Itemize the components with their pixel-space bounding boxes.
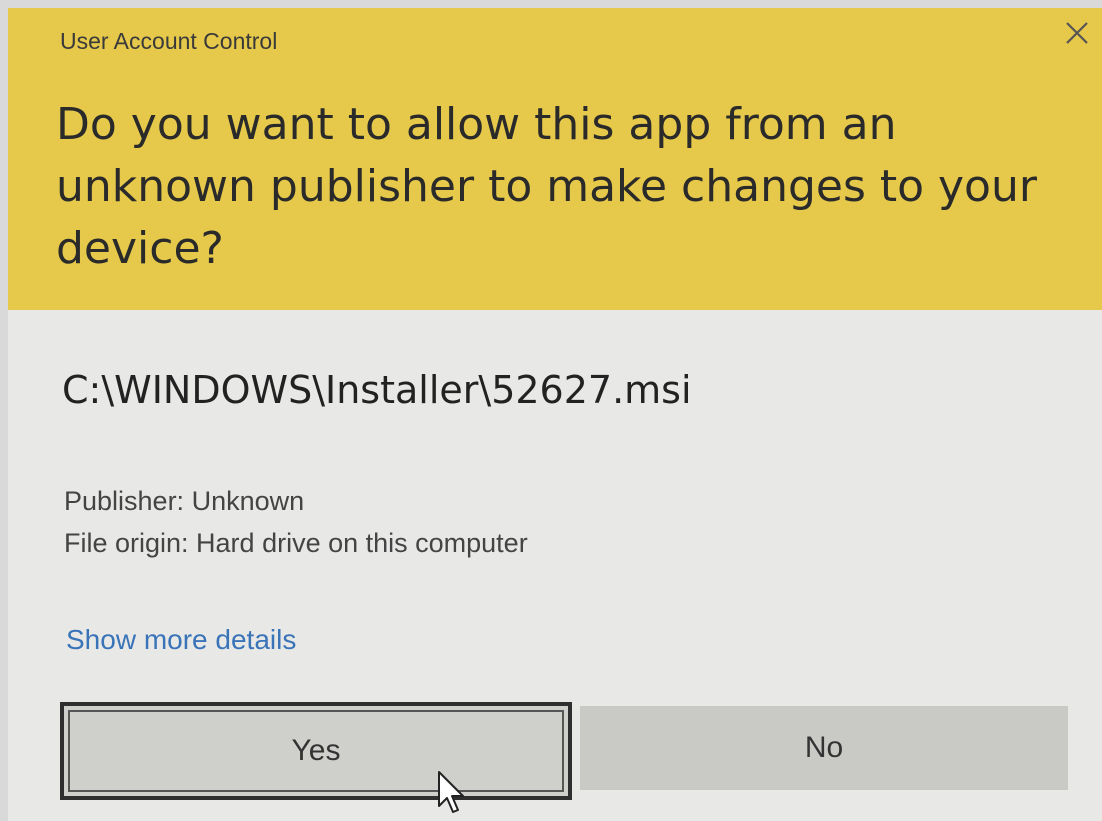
show-more-details-link[interactable]: Show more details (66, 624, 296, 656)
close-button[interactable] (1056, 12, 1098, 54)
close-icon (1066, 22, 1088, 44)
dialog-header: User Account Control Do you want to allo… (8, 8, 1102, 310)
window-title: User Account Control (60, 28, 278, 54)
uac-dialog: User Account Control Do you want to allo… (8, 8, 1102, 821)
publisher-text: Publisher: Unknown (64, 486, 305, 516)
app-path: C:\WINDOWS\Installer\52627.msi (62, 368, 692, 412)
app-meta: Publisher: Unknown File origin: Hard dri… (64, 480, 528, 564)
prompt-question: Do you want to allow this app from an un… (56, 99, 1037, 274)
yes-button[interactable]: Yes (60, 702, 572, 800)
no-button[interactable]: No (580, 706, 1068, 790)
file-origin-text: File origin: Hard drive on this computer (64, 528, 528, 558)
mouse-cursor-icon (438, 771, 464, 813)
